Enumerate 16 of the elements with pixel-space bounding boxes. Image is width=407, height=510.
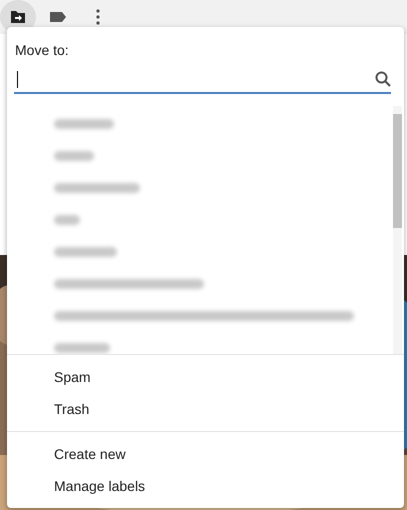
search-icon: [375, 71, 391, 87]
menu-item[interactable]: Spam: [7, 361, 404, 393]
scrollbar[interactable]: [393, 106, 402, 354]
redacted-text: [54, 215, 80, 225]
redacted-text: [54, 247, 117, 257]
more-icon: [96, 9, 100, 25]
redacted-text: [54, 343, 110, 353]
scrollbar-thumb[interactable]: [393, 114, 402, 228]
menu-title: Move to:: [14, 41, 70, 58]
redacted-text: [54, 151, 94, 161]
folder-arrow-icon: [10, 10, 26, 24]
label-icon: [49, 11, 67, 23]
menu-item[interactable]: Create new: [7, 438, 404, 470]
menu-item[interactable]: Trash: [7, 393, 404, 425]
menu-item[interactable]: Manage labels: [7, 470, 404, 502]
redacted-text: [54, 119, 114, 129]
